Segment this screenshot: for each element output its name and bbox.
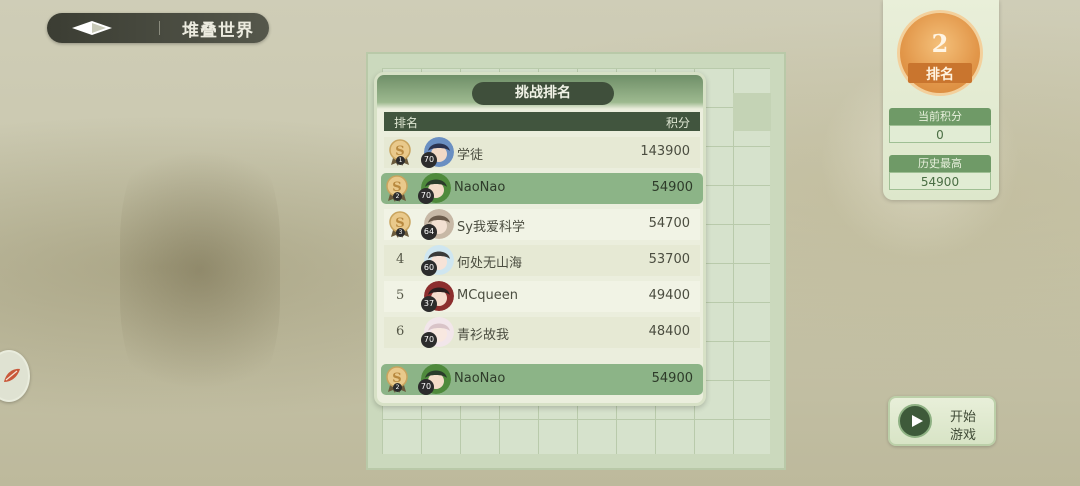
leaf-icon (4, 368, 20, 382)
current-score-box: 当前积分 0 (889, 108, 991, 143)
player-name: MCqueen (457, 288, 519, 303)
panel-title: 挑战排名 (472, 82, 614, 105)
top-title-bar: 堆叠世界 (47, 13, 269, 43)
player-score: 53700 (648, 252, 690, 267)
player-level-badge: 60 (421, 260, 437, 276)
player-name: NaoNao (454, 371, 506, 386)
player-level-badge: 64 (421, 224, 437, 240)
side-menu-button[interactable] (0, 350, 30, 402)
rank-number: 4 (396, 252, 405, 267)
ranking-row[interactable]: S 64 Sy我爱科学 54700 3 (384, 209, 700, 240)
player-score: 143900 (640, 144, 690, 159)
player-level-badge: 70 (418, 188, 434, 204)
rank-number: 6 (396, 324, 405, 339)
player-score: 54900 (651, 371, 693, 386)
back-arrow-icon (72, 21, 112, 35)
player-name: 青衫故我 (457, 328, 510, 343)
player-score: 49400 (648, 288, 690, 303)
player-level-badge: 70 (421, 332, 437, 348)
medal-rank-number: 3 (396, 228, 405, 237)
player-score: 48400 (648, 324, 690, 339)
page-title: 堆叠世界 (182, 20, 254, 41)
player-score: 54900 (651, 180, 693, 195)
start-label-line2: 游戏 (950, 428, 977, 443)
medal-rank-number: 2 (393, 192, 402, 201)
ranking-header: 排名 积分 (384, 112, 700, 131)
score-column-header: 积分 (665, 116, 690, 130)
ranking-row[interactable]: S 70 NaoNao 54900 2 (381, 173, 703, 204)
best-score-value: 54900 (889, 172, 991, 190)
ranking-row[interactable]: 5 37 MCqueen 49400 (384, 281, 700, 312)
medal-rank-number: 1 (396, 156, 405, 165)
ranking-row[interactable]: 4 60 何处无山海 53700 (384, 245, 700, 276)
rank-badge-label: 排名 (926, 67, 954, 83)
medal-rank-number: 2 (393, 383, 402, 392)
player-name: Sy我爱科学 (457, 220, 525, 235)
my-rank-card: 2 排名 当前积分 0 历史最高 54900 (883, 0, 999, 200)
player-level-badge: 70 (418, 379, 434, 395)
player-level-badge: 70 (421, 152, 437, 168)
self-ranking-entry[interactable]: S 70 NaoNao 54900 2 (381, 364, 703, 395)
start-label-line1: 开始 (950, 410, 977, 425)
player-name: NaoNao (454, 180, 506, 195)
best-score-box: 历史最高 54900 (889, 155, 991, 190)
board-cell (733, 93, 771, 131)
ranking-panel: 挑战排名 排名 积分 S 70 学徒 143900 1 S 70 NaoNao 54900 2 S 6… (374, 72, 706, 406)
rank-number: 5 (396, 288, 405, 303)
title-divider (159, 21, 160, 35)
player-name: 学徒 (457, 148, 484, 163)
rank-badge-number: 2 (931, 29, 949, 58)
player-score: 54700 (648, 216, 690, 231)
rank-column-header: 排名 (394, 116, 419, 130)
background-blur-left (120, 120, 280, 420)
best-score-label: 历史最高 (889, 155, 991, 172)
player-level-badge: 37 (421, 296, 437, 312)
play-icon (898, 404, 932, 438)
ranking-row[interactable]: 6 70 青衫故我 48400 (384, 317, 700, 348)
ranking-row[interactable]: S 70 学徒 143900 1 (384, 137, 700, 168)
back-button[interactable] (47, 13, 137, 43)
player-name: 何处无山海 (457, 256, 523, 271)
start-game-button[interactable]: 开始 游戏 (888, 396, 996, 446)
current-score-label: 当前积分 (889, 108, 991, 125)
current-score-value: 0 (889, 125, 991, 143)
rank-badge: 2 排名 (897, 10, 983, 96)
